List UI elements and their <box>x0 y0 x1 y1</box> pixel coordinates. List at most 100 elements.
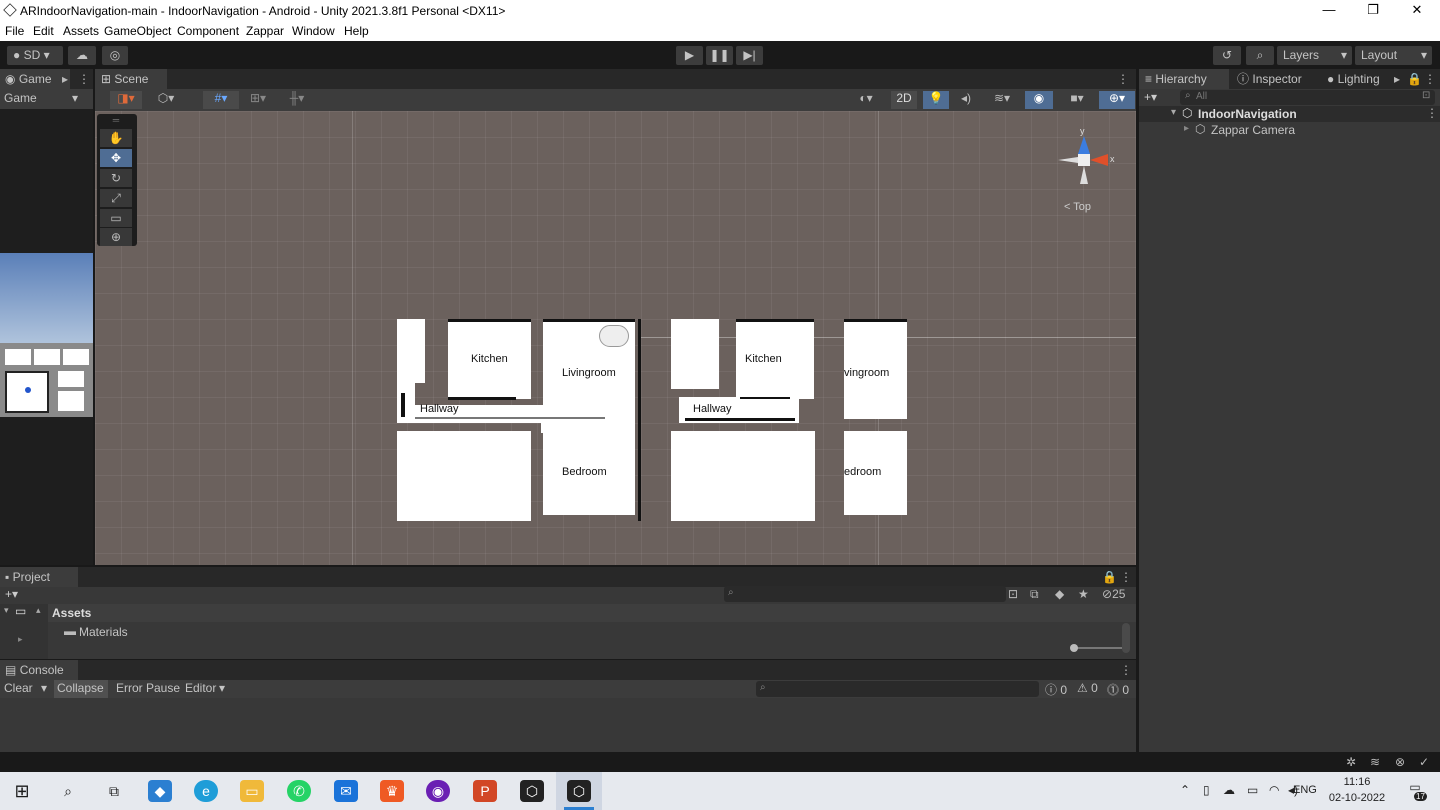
pause-button[interactable]: ❚❚ <box>706 46 733 65</box>
layers-dropdown[interactable]: Layers ▾ <box>1277 46 1352 65</box>
hidden-packages-button[interactable]: ⊘25 <box>1102 587 1125 601</box>
zoom-slider[interactable] <box>1070 644 1122 652</box>
grid-snap-button[interactable]: ⊞▾ <box>243 91 273 109</box>
gizmo-y-arrow-icon[interactable] <box>1078 136 1090 154</box>
expand-arrow-icon[interactable]: ▸ <box>18 634 23 645</box>
error-pause-toggle[interactable]: Error Pause <box>116 681 180 695</box>
tab-hierarchy[interactable]: ≡ Hierarchy <box>1139 69 1229 89</box>
unity-editor-taskbar-item[interactable]: ⬡ <box>556 772 602 810</box>
vscode-icon[interactable]: ◆ <box>148 780 172 802</box>
project-list-item[interactable]: ▬ Materials <box>48 623 1120 641</box>
rotate-tool-icon[interactable]: ↻ <box>100 169 132 187</box>
warning-count-toggle[interactable]: ⚠ 0 <box>1077 681 1098 695</box>
console-log-area[interactable] <box>0 698 1136 752</box>
progress-icon[interactable]: ✓ <box>1419 755 1429 769</box>
layout-dropdown[interactable]: Layout ▾ <box>1355 46 1432 65</box>
transform-tool-icon[interactable]: ⊕ <box>100 228 132 246</box>
snap-button[interactable]: #▾ <box>203 91 239 109</box>
toggle-2d-button[interactable]: 2D <box>891 91 917 109</box>
console-search-input[interactable]: ⌕ <box>756 681 1039 697</box>
zoom-slider-handle[interactable] <box>1070 644 1078 652</box>
close-button[interactable]: ✕ <box>1394 2 1440 20</box>
hierarchy-child-row[interactable]: ▸ ⬡ Zappar Camera <box>1139 122 1440 138</box>
file-explorer-icon[interactable]: ▭ <box>240 780 264 802</box>
cache-server-icon[interactable]: ≋ <box>1370 755 1380 769</box>
search-button[interactable]: ⌕ <box>1246 46 1274 65</box>
collapse-arrow-icon[interactable]: ▴ <box>36 605 41 616</box>
mail-icon[interactable]: ✉ <box>334 780 358 802</box>
gizmos-button[interactable]: ⊕▾ <box>1099 91 1135 109</box>
kebab-menu-icon[interactable]: ⋮ <box>1117 72 1129 86</box>
whatsapp-icon[interactable]: ✆ <box>287 780 311 802</box>
hierarchy-root-row[interactable]: ▾ ⬡ IndoorNavigation ⋮ <box>1139 106 1440 122</box>
increment-snap-button[interactable]: ╫▾ <box>279 91 315 109</box>
game-display-dropdown[interactable]: Game <box>4 91 37 105</box>
kebab-menu-icon[interactable]: ⋮ <box>1424 72 1436 86</box>
menu-gameobject[interactable]: GameObject <box>104 24 171 38</box>
shading-button[interactable]: ⬡▾ <box>147 91 185 109</box>
kebab-menu-icon[interactable]: ⋮ <box>1120 570 1132 584</box>
menu-component[interactable]: Component <box>177 24 239 38</box>
cloud-button[interactable]: ☁ <box>68 46 96 65</box>
windows-start-icon[interactable]: ⊞ <box>10 780 34 802</box>
menu-help[interactable]: Help <box>344 24 369 38</box>
wifi-icon[interactable]: ◠ <box>1269 783 1279 797</box>
audio-toggle[interactable]: ◂) <box>953 91 979 109</box>
menu-zappar[interactable]: Zappar <box>246 24 284 38</box>
tab-console[interactable]: ▤ Console <box>0 660 78 680</box>
menu-file[interactable]: File <box>5 24 24 38</box>
tab-scene[interactable]: ⊞ Scene <box>95 69 167 89</box>
tab-project[interactable]: ▪ Project <box>0 567 78 587</box>
scrollbar[interactable] <box>1122 623 1130 653</box>
task-view-icon[interactable]: ⧉ <box>102 780 126 802</box>
lock-icon[interactable]: 🔒 <box>1102 570 1117 584</box>
filter-icon[interactable]: ⧉ <box>1030 587 1039 602</box>
kebab-menu-icon[interactable]: ⋮ <box>78 72 90 86</box>
gizmo-center-icon[interactable] <box>1078 154 1090 166</box>
hierarchy-search-input[interactable]: ⌕ All ⊡ <box>1180 90 1435 105</box>
label-icon[interactable]: ◆ <box>1055 587 1064 601</box>
language-indicator[interactable]: ENG <box>1293 784 1317 796</box>
clock[interactable]: 11:16 02-10-2022 <box>1325 776 1389 804</box>
battery-icon[interactable]: ▭ <box>1247 783 1258 797</box>
folder-open-icon[interactable]: ▭ <box>15 604 26 618</box>
scene-camera-button[interactable]: ■▾ <box>1059 91 1095 109</box>
edge-icon[interactable]: e <box>194 780 218 802</box>
expand-arrow-icon[interactable]: ▾ <box>4 605 9 616</box>
brave-icon[interactable]: ♛ <box>380 780 404 802</box>
effects-toggle[interactable]: ≋▾ <box>983 91 1021 109</box>
expand-arrow-icon[interactable]: ▾ <box>1171 107 1176 118</box>
favorite-star-icon[interactable]: ★ <box>1078 587 1089 601</box>
scene-camera-mode-button[interactable]: ◐▾ <box>847 91 885 109</box>
clear-button[interactable]: Clear ▾ <box>4 681 50 695</box>
step-button[interactable]: ▶| <box>736 46 763 65</box>
collab-button[interactable]: ◎ <box>102 46 128 65</box>
project-search-input[interactable]: ⌕ <box>724 586 1006 602</box>
rect-tool-icon[interactable]: ▭ <box>100 209 132 227</box>
maximize-button[interactable]: ❐ <box>1350 2 1396 20</box>
notifications-button[interactable]: ▭ 17 <box>1404 780 1427 802</box>
play-button[interactable]: ▶ <box>676 46 703 65</box>
search-icon[interactable]: ⌕ <box>56 780 80 802</box>
collapse-toggle[interactable]: Collapse <box>54 680 108 698</box>
tab-inspector[interactable]: ⓘ Inspector <box>1237 69 1317 89</box>
menu-edit[interactable]: Edit <box>33 24 54 38</box>
kebab-menu-icon[interactable]: ⋮ <box>1426 106 1438 120</box>
lighting-toggle[interactable]: 💡 <box>923 91 949 109</box>
breadcrumb-assets[interactable]: Assets <box>52 606 91 620</box>
powerpoint-icon[interactable]: P <box>473 780 497 802</box>
history-button[interactable]: ↺ <box>1213 46 1241 65</box>
gizmo-view-label[interactable]: < Top <box>1064 201 1091 213</box>
create-asset-button[interactable]: +▾ <box>5 587 18 601</box>
device-icon[interactable]: ▯ <box>1203 783 1210 797</box>
lock-icon[interactable]: 🔒 <box>1407 72 1422 86</box>
gizmo-x-arrow-icon[interactable] <box>1090 154 1108 166</box>
chevron-right-icon[interactable]: ▸ <box>62 72 68 86</box>
auto-generate-lighting-icon[interactable]: ⊗ <box>1395 755 1405 769</box>
draw-mode-button[interactable]: ◨▾ <box>110 91 142 109</box>
scene-gizmo[interactable]: y x < Top <box>1050 126 1120 213</box>
onedrive-icon[interactable]: ☁ <box>1223 783 1235 797</box>
minimize-button[interactable]: — <box>1306 2 1352 20</box>
gizmo-neg-y-arrow-icon[interactable] <box>1080 166 1088 184</box>
editor-dropdown[interactable]: Editor ▾ <box>185 681 231 695</box>
